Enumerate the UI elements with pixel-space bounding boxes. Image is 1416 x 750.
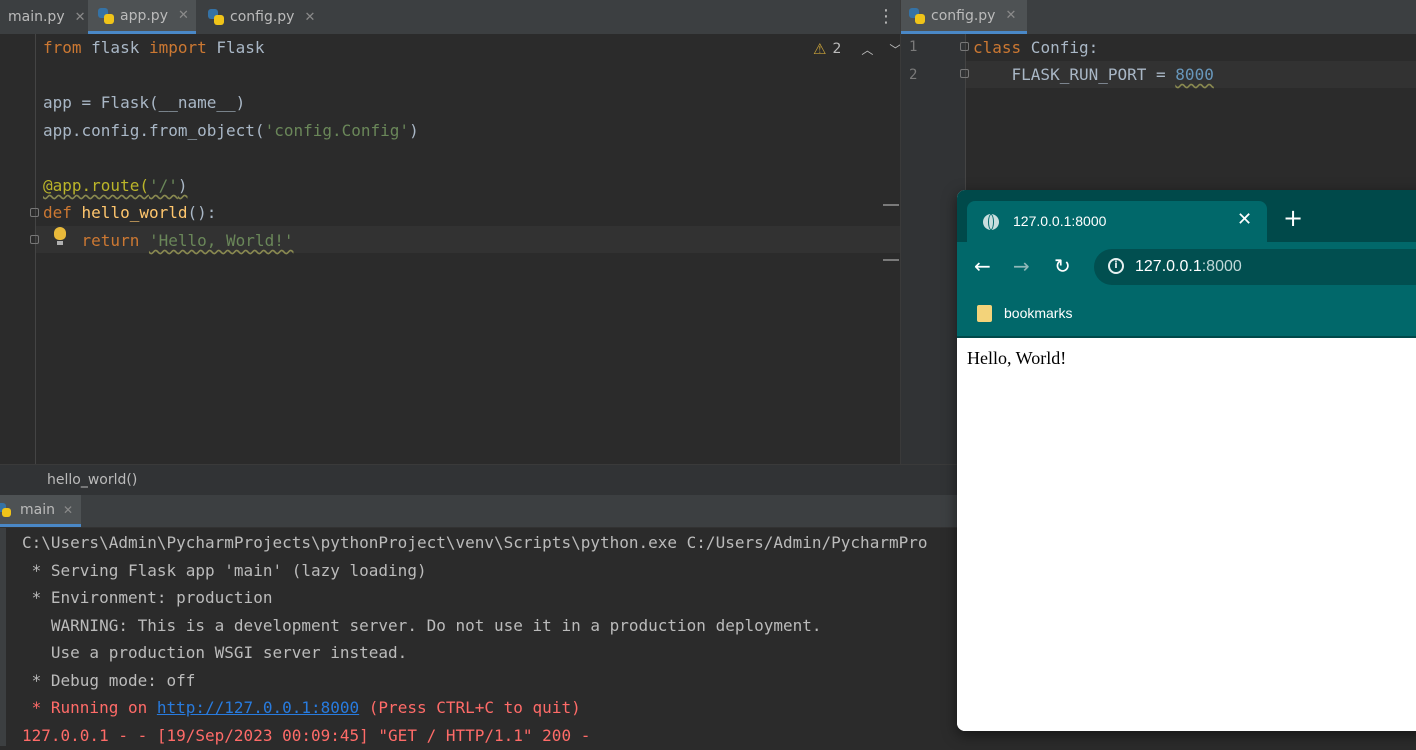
config-line-1: class Config:: [973, 38, 1099, 57]
line-number: 2: [909, 67, 918, 83]
code-line-8: return 'Hello, World!': [81, 231, 294, 250]
close-icon[interactable]: ✕: [1005, 8, 1016, 23]
console-line: WARNING: This is a development server. D…: [22, 616, 822, 635]
python-file-icon: [98, 7, 114, 24]
config-line-2: FLASK_RUN_PORT = 8000: [973, 65, 1214, 84]
tab-main-py[interactable]: main.py ✕: [0, 0, 88, 34]
address-url[interactable]: 127.0.0.1:8000: [1135, 258, 1242, 276]
console-line: * Environment: production: [22, 588, 273, 607]
tab-config-py[interactable]: config.py ✕: [198, 0, 320, 34]
close-tab-icon[interactable]: ✕: [1237, 209, 1252, 230]
page-text: Hello, World!: [967, 348, 1067, 368]
code-line-7: def hello_world():: [43, 203, 217, 222]
tab-app-py[interactable]: app.py ✕: [88, 0, 196, 34]
breadcrumb-function[interactable]: hello_world(): [47, 472, 137, 488]
browser-tab-title: 127.0.0.1:8000: [1013, 213, 1107, 229]
previous-highlight-icon[interactable]: ︿: [861, 41, 873, 58]
fold-marker-icon[interactable]: [30, 235, 39, 244]
code-line-4: app.config.from_object('config.Config'): [43, 121, 419, 140]
console-line: * Debug mode: off: [22, 671, 196, 690]
console-line: Use a production WSGI server instead.: [22, 643, 408, 662]
close-icon[interactable]: ✕: [178, 8, 189, 23]
code-line-6: @app.route('/'): [43, 176, 188, 195]
close-icon[interactable]: ✕: [75, 10, 86, 25]
console-line: * Serving Flask app 'main' (lazy loading…: [22, 561, 427, 580]
new-tab-icon[interactable]: +: [1283, 206, 1303, 230]
fold-marker-icon[interactable]: [30, 208, 39, 217]
python-run-icon: [0, 502, 14, 517]
python-file-icon: [208, 9, 224, 25]
globe-icon: [983, 214, 999, 230]
gutter-divider: [35, 34, 36, 464]
tab-config-py-right[interactable]: config.py ✕: [901, 0, 1027, 34]
forward-icon[interactable]: →: [1013, 254, 1030, 278]
console-line: C:\Users\Admin\PycharmProjects\pythonPro…: [22, 533, 928, 552]
server-url-link[interactable]: http://127.0.0.1:8000: [157, 698, 359, 717]
tab-label: config.py: [931, 7, 996, 24]
tab-label: app.py: [120, 7, 168, 24]
fold-marker-icon[interactable]: [960, 69, 969, 78]
bookmarks-folder[interactable]: bookmarks: [1004, 305, 1072, 321]
reload-icon[interactable]: ↻: [1054, 254, 1071, 278]
address-bar[interactable]: i 127.0.0.1:8000: [1094, 249, 1416, 285]
warning-icon: ⚠: [813, 40, 827, 58]
run-tab-main[interactable]: main ✕: [0, 495, 82, 527]
console-line-request: 127.0.0.1 - - [19/Sep/2023 00:09:45] "GE…: [22, 726, 591, 745]
warning-count: 2: [832, 41, 842, 57]
browser-toolbar: ← → ↻ i 127.0.0.1:8000: [957, 242, 1416, 292]
code-line-3: app = Flask(__name__): [43, 93, 246, 112]
console-toolbar: [0, 528, 6, 746]
site-info-icon[interactable]: i: [1108, 258, 1124, 274]
error-stripe-mark[interactable]: [883, 204, 899, 206]
fold-marker-icon[interactable]: [960, 42, 969, 51]
tab-label: config.py: [230, 9, 295, 25]
breadcrumb[interactable]: hello_world(): [0, 464, 960, 495]
inspection-widget[interactable]: ⚠ 2 ︿ ﹀: [813, 40, 901, 58]
more-options-icon[interactable]: ⋮: [877, 6, 895, 28]
browser-tab[interactable]: 127.0.0.1:8000 ✕: [967, 201, 1267, 242]
browser-tab-strip: 127.0.0.1:8000 ✕ +: [957, 190, 1416, 242]
folder-icon: [977, 305, 992, 322]
line-number-gutter: 1 2: [901, 34, 965, 464]
run-tab-label: main: [20, 501, 55, 518]
right-editor-tab-bar: config.py ✕: [901, 0, 1416, 34]
error-stripe-mark[interactable]: [883, 259, 899, 261]
page-content: Hello, World!: [957, 338, 1416, 731]
bookmarks-bar: bookmarks: [957, 292, 1416, 338]
tab-label: main.py: [8, 9, 65, 25]
console-line-running: * Running on http://127.0.0.1:8000 (Pres…: [22, 698, 581, 717]
browser-window: 127.0.0.1:8000 ✕ + ← → ↻ i 127.0.0.1:800…: [957, 190, 1416, 731]
line-number: 1: [909, 39, 918, 55]
python-file-icon: [909, 7, 925, 24]
back-icon[interactable]: ←: [974, 254, 991, 278]
lightbulb-icon[interactable]: [53, 227, 67, 247]
code-line-1: from flask import Flask: [43, 38, 265, 57]
close-icon[interactable]: ✕: [63, 503, 73, 517]
close-icon[interactable]: ✕: [304, 10, 315, 25]
left-editor-tab-bar: main.py ✕ app.py ✕ config.py ✕ ⋮: [0, 0, 900, 35]
